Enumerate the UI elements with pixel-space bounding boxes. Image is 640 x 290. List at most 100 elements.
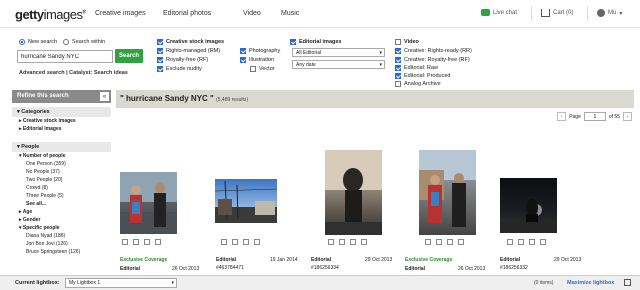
similar-images-icon[interactable] (350, 239, 356, 245)
maximize-icon[interactable] (624, 279, 631, 286)
filter-video-rr[interactable]: Creative: Rights-ready (RR) (395, 48, 472, 54)
cart-button[interactable]: Cart (0) (541, 9, 573, 17)
refine-option[interactable]: One Person (359) (12, 160, 111, 168)
license-label: Editorial (120, 266, 141, 272)
lightbox-select[interactable]: My Lightbox 1 (65, 278, 177, 288)
rf-checkbox[interactable] (157, 57, 163, 63)
new-search-radio[interactable] (19, 39, 25, 45)
page-number-input[interactable] (583, 112, 606, 121)
similar-images-icon[interactable] (447, 239, 453, 245)
add-to-lightbox-icon[interactable] (425, 239, 431, 245)
filter-video-produced[interactable]: Editorial: Produced (395, 73, 450, 79)
add-to-lightbox-icon[interactable] (507, 239, 513, 245)
filter-illustration[interactable]: Illustration (240, 57, 274, 63)
gender-group[interactable]: ▸ Gender (12, 216, 111, 224)
age-group[interactable]: ▸ Age (12, 208, 111, 216)
next-page-button[interactable]: › (623, 112, 632, 121)
nav-editorial-photos[interactable]: Editorial photos (163, 10, 211, 17)
getty-logo[interactable]: gettyimages® (15, 7, 86, 22)
creative-filter-header[interactable]: Creative stock images (157, 39, 224, 45)
prev-page-button[interactable]: ‹ (557, 112, 567, 121)
editorial-checkbox[interactable] (290, 39, 296, 45)
filter-exclude-nudity[interactable]: Exclude nudity (157, 66, 202, 72)
collapse-sidebar-icon[interactable]: « (100, 92, 109, 101)
result-thumbnail[interactable] (325, 150, 382, 235)
nav-creative-images[interactable]: Creative images (95, 10, 146, 17)
search-within-radio[interactable] (63, 39, 70, 45)
refine-option[interactable]: No People (37) (12, 168, 111, 176)
details-icon[interactable] (361, 239, 367, 245)
add-to-cart-icon[interactable] (339, 239, 345, 245)
people-section[interactable]: ▾ People (12, 142, 111, 152)
add-to-cart-icon[interactable] (133, 239, 139, 245)
result-thumbnail[interactable] (419, 150, 476, 235)
refine-option[interactable]: Two People (20) (12, 176, 111, 184)
specific-people-group[interactable]: ▾ Specific people (12, 224, 111, 232)
vector-checkbox[interactable] (250, 66, 256, 72)
creative-checkbox[interactable] (157, 39, 163, 45)
nav-video[interactable]: Video (243, 10, 261, 17)
details-icon[interactable] (155, 239, 161, 245)
editorial-type-select[interactable]: All Editorial (292, 48, 385, 57)
people-title: People (21, 144, 40, 150)
categories-section[interactable]: ▾ Categories (12, 107, 111, 117)
video-raw-checkbox[interactable] (395, 65, 401, 71)
filter-vector[interactable]: Vector (250, 66, 275, 72)
add-to-lightbox-icon[interactable] (122, 239, 128, 245)
exclusive-coverage-label: Exclusive Coverage (405, 257, 453, 263)
search-links: Advanced search | Catalyst: Search ideas (19, 70, 128, 76)
filter-video-raw[interactable]: Editorial: Raw (395, 65, 438, 71)
result-thumbnail[interactable] (120, 172, 177, 234)
filter-video-rf[interactable]: Creative: Royalty-free (RF) (395, 57, 470, 63)
refine-option[interactable]: Three People (5) (12, 192, 111, 200)
filter-analog-archive[interactable]: Analog Archive (395, 81, 441, 87)
video-filter-header[interactable]: Video (395, 39, 419, 45)
video-produced-checkbox[interactable] (395, 73, 401, 79)
user-menu[interactable]: Mu ▾ (597, 9, 622, 17)
live-chat-button[interactable]: Live chat (481, 9, 517, 16)
result-thumbnail[interactable] (500, 178, 557, 233)
illustration-checkbox[interactable] (240, 57, 246, 63)
details-icon[interactable] (458, 239, 464, 245)
rm-checkbox[interactable] (157, 48, 163, 54)
video-rf-checkbox[interactable] (395, 57, 401, 63)
add-to-cart-icon[interactable] (436, 239, 442, 245)
categories-title: Categories (21, 109, 50, 115)
category-item[interactable]: ▸ Editorial images (12, 125, 111, 133)
details-icon[interactable] (254, 239, 260, 245)
nav-music[interactable]: Music (281, 10, 299, 17)
filter-rf[interactable]: Royalty-free (RF) (157, 57, 208, 63)
add-to-cart-icon[interactable] (518, 239, 524, 245)
analog-archive-checkbox[interactable] (395, 81, 401, 87)
editorial-filter-header[interactable]: Editorial images (290, 39, 342, 45)
exclude-nudity-checkbox[interactable] (157, 66, 163, 72)
filter-photography[interactable]: Photography (240, 48, 280, 54)
see-all-link[interactable]: See all... (12, 200, 111, 208)
number-of-people-group[interactable]: ▾ Number of people (12, 152, 111, 160)
search-input[interactable] (17, 50, 113, 63)
refine-option[interactable]: Crowd (8) (12, 184, 111, 192)
refine-option[interactable]: Jon Bon Jovi (126) (12, 240, 111, 248)
video-checkbox[interactable] (395, 39, 401, 45)
advanced-search-link[interactable]: Advanced search (19, 70, 65, 76)
similar-images-icon[interactable] (144, 239, 150, 245)
video-title: Video (404, 39, 419, 45)
similar-images-icon[interactable] (529, 239, 535, 245)
refine-option[interactable]: Diana Nyad (186) (12, 232, 111, 240)
video-raw-label: Editorial: Raw (404, 65, 438, 71)
add-to-lightbox-icon[interactable] (328, 239, 334, 245)
photography-checkbox[interactable] (240, 48, 246, 54)
search-button[interactable]: Search (115, 49, 143, 63)
add-to-lightbox-icon[interactable] (221, 239, 227, 245)
similar-images-icon[interactable] (243, 239, 249, 245)
catalyst-link[interactable]: Catalyst: Search ideas (69, 70, 128, 76)
details-icon[interactable] (540, 239, 546, 245)
video-rr-checkbox[interactable] (395, 48, 401, 54)
add-to-cart-icon[interactable] (232, 239, 238, 245)
category-item[interactable]: ▸ Creative stock images (12, 117, 111, 125)
result-thumbnail[interactable] (215, 179, 277, 223)
filter-rm[interactable]: Rights-managed (RM) (157, 48, 220, 54)
date-select[interactable]: Any date (292, 60, 385, 69)
refine-option[interactable]: Bruce Springsteen (126) (12, 248, 111, 256)
maximize-lightbox-link[interactable]: Maximize lightbox (567, 280, 614, 286)
